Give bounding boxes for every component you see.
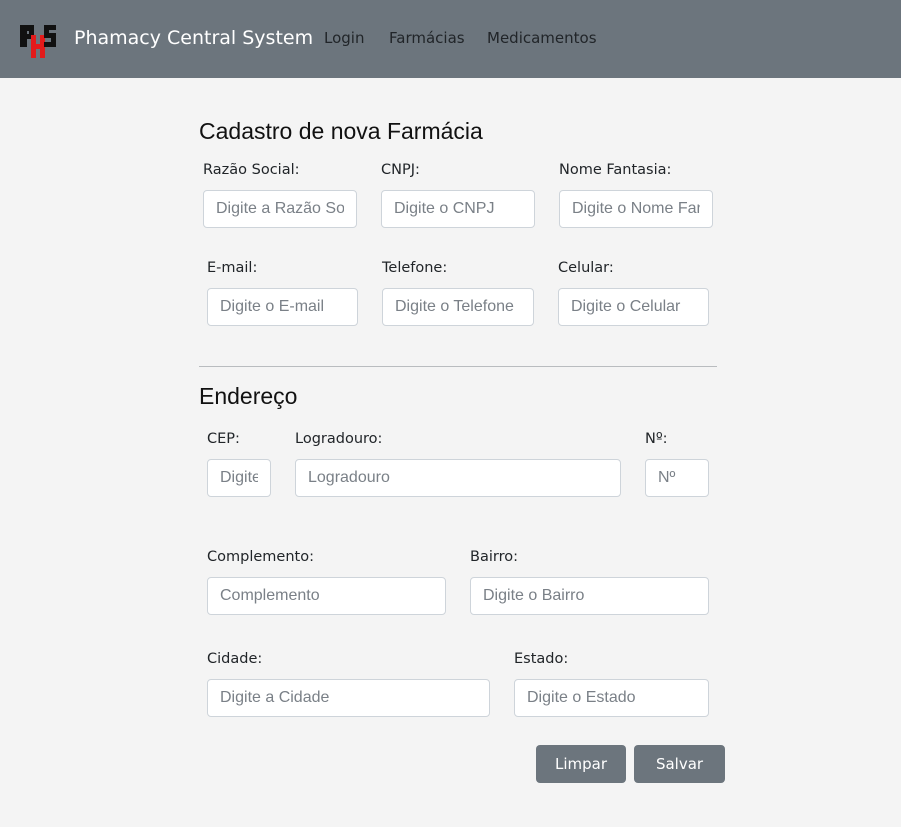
estado-input[interactable]	[514, 679, 709, 717]
logradouro-label: Logradouro:	[295, 431, 383, 447]
address-title: Endereço	[199, 383, 298, 409]
cep-label: CEP:	[207, 431, 240, 447]
nav-link-farmacias[interactable]: Farmácias	[389, 29, 465, 47]
telefone-input[interactable]	[382, 288, 534, 326]
cidade-label: Cidade:	[207, 651, 263, 667]
clear-button[interactable]: Limpar	[536, 745, 626, 783]
email-input[interactable]	[207, 288, 358, 326]
complemento-input[interactable]	[207, 577, 446, 615]
cnpj-input[interactable]	[381, 190, 535, 228]
cep-input[interactable]	[207, 459, 271, 497]
navbar: Phamacy Central System Login Farmácias M…	[0, 0, 901, 78]
save-button[interactable]: Salvar	[634, 745, 725, 783]
nome-fantasia-label: Nome Fantasia:	[559, 162, 672, 178]
phs-logo-icon[interactable]	[20, 23, 58, 59]
nav-link-medicamentos[interactable]: Medicamentos	[487, 29, 597, 47]
celular-label: Celular:	[558, 260, 614, 276]
cnpj-label: CNPJ:	[381, 162, 420, 178]
razao-social-label: Razão Social:	[203, 162, 300, 178]
cidade-input[interactable]	[207, 679, 490, 717]
complemento-label: Complemento:	[207, 549, 314, 565]
section-divider	[199, 366, 717, 367]
brand-title[interactable]: Phamacy Central System	[74, 27, 313, 49]
numero-input[interactable]	[645, 459, 709, 497]
numero-label: Nº:	[645, 431, 668, 447]
logradouro-input[interactable]	[295, 459, 621, 497]
form-title: Cadastro de nova Farmácia	[199, 118, 483, 144]
razao-social-input[interactable]	[203, 190, 357, 228]
nav-link-login[interactable]: Login	[324, 29, 364, 47]
estado-label: Estado:	[514, 651, 569, 667]
bairro-input[interactable]	[470, 577, 709, 615]
nome-fantasia-input[interactable]	[559, 190, 713, 228]
bairro-label: Bairro:	[470, 549, 518, 565]
celular-input[interactable]	[558, 288, 709, 326]
email-label: E-mail:	[207, 260, 258, 276]
telefone-label: Telefone:	[382, 260, 448, 276]
